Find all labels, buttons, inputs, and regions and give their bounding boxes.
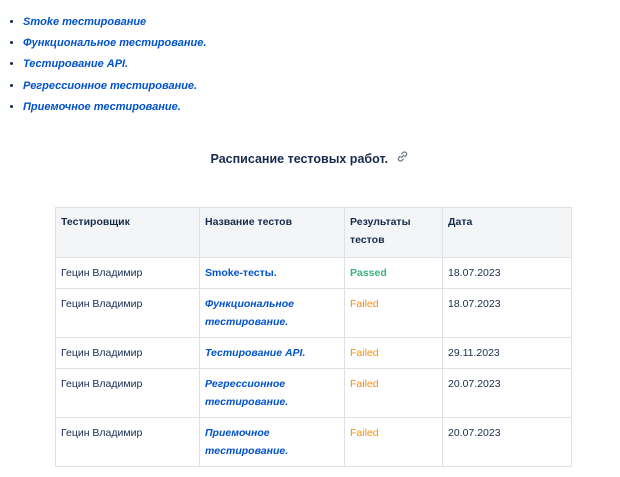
list-item: Приемочное тестирование. [23, 97, 206, 118]
list-item: Smoke тестирование [23, 12, 206, 33]
bullet-link-acceptance[interactable]: Приемочное тестирование. [23, 101, 181, 113]
link-icon[interactable] [396, 150, 409, 166]
bullet-link-smoke[interactable]: Smoke тестирование [23, 16, 146, 28]
cell-date: 29.11.2023 [442, 337, 572, 369]
list-item: Функциональное тестирование. [23, 33, 206, 54]
header-results: Результаты тестов [344, 207, 443, 258]
cell-test-name: Регрессионное тестирование. [199, 368, 345, 418]
test-link[interactable]: Функциональное тестирование. [205, 298, 294, 328]
cell-date: 20.07.2023 [442, 417, 572, 467]
schedule-heading: Расписание тестовых работ. [0, 150, 620, 166]
table-row: Гецин Владимир Регрессионное тестировани… [55, 368, 572, 418]
header-tester: Тестировщик [55, 207, 200, 258]
cell-test-name: Smoke-тесты. [199, 257, 345, 289]
header-date: Дата [442, 207, 572, 258]
test-link[interactable]: Регрессионное тестирование. [205, 378, 288, 408]
bullet-link-api[interactable]: Тестирование API. [23, 58, 128, 70]
test-types-list: Smoke тестирование Функциональное тестир… [10, 12, 206, 118]
table-row: Гецин Владимир Smoke-тесты. Passed 18.07… [55, 257, 572, 289]
table-row: Гецин Владимир Функциональное тестирован… [55, 288, 572, 338]
cell-date: 18.07.2023 [442, 288, 572, 338]
cell-tester: Гецин Владимир [55, 288, 200, 338]
bullet-link-functional[interactable]: Функциональное тестирование. [23, 37, 206, 49]
schedule-heading-text: Расписание тестовых работ. [210, 152, 388, 166]
bullet-link-regression[interactable]: Регрессионное тестирование. [23, 80, 197, 92]
cell-result: Failed [344, 288, 443, 338]
list-item: Регрессионное тестирование. [23, 76, 206, 97]
header-test-name: Название тестов [199, 207, 345, 258]
test-link[interactable]: Тестирование API. [205, 347, 305, 359]
table-row: Гецин Владимир Приемочное тестирование. … [55, 417, 572, 467]
schedule-table: Тестировщик Название тестов Результаты т… [55, 207, 572, 467]
cell-test-name: Тестирование API. [199, 337, 345, 369]
table-header-row: Тестировщик Название тестов Результаты т… [55, 207, 572, 258]
cell-test-name: Функциональное тестирование. [199, 288, 345, 338]
cell-tester: Гецин Владимир [55, 417, 200, 467]
cell-tester: Гецин Владимир [55, 337, 200, 369]
cell-date: 18.07.2023 [442, 257, 572, 289]
cell-tester: Гецин Владимир [55, 257, 200, 289]
cell-result: Failed [344, 337, 443, 369]
test-link[interactable]: Smoke-тесты. [205, 267, 277, 279]
test-link[interactable]: Приемочное тестирование. [205, 427, 288, 457]
cell-result: Failed [344, 417, 443, 467]
list-item: Тестирование API. [23, 54, 206, 75]
cell-tester: Гецин Владимир [55, 368, 200, 418]
cell-result: Passed [344, 257, 443, 289]
cell-date: 20.07.2023 [442, 368, 572, 418]
table-row: Гецин Владимир Тестирование API. Failed … [55, 337, 572, 369]
cell-test-name: Приемочное тестирование. [199, 417, 345, 467]
cell-result: Failed [344, 368, 443, 418]
